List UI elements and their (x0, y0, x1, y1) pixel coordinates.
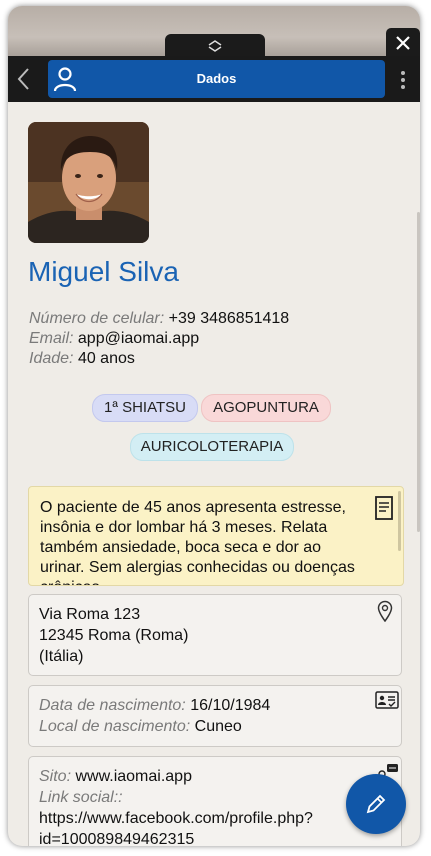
social-link-line2[interactable]: id=100089849462315 (39, 829, 313, 846)
phone-row: Número de celular: +39 3486851418 (29, 309, 289, 329)
tag-auricoloterapia[interactable]: AURICOLOTERAPIA (130, 433, 294, 461)
tag-agopuntura[interactable]: AGOPUNTURA (201, 394, 331, 422)
phone-label: Número de celular: (29, 310, 165, 327)
address-line1: Via Roma 123 (39, 606, 141, 623)
avatar (28, 122, 149, 243)
edit-button[interactable] (346, 774, 406, 834)
drag-handle[interactable] (165, 34, 265, 58)
page-title: Dados (196, 71, 237, 86)
kebab-menu-icon[interactable] (400, 70, 406, 90)
birth-place-row: Local de nascimento: Cuneo (39, 716, 270, 737)
close-button[interactable] (386, 28, 420, 58)
document-icon[interactable] (374, 495, 394, 521)
contact-info: Número de celular: +39 3486851418 Email:… (29, 309, 289, 369)
chevron-up-down-icon (208, 40, 222, 52)
social-link-line1[interactable]: https://www.facebook.com/profile.php? (39, 808, 313, 829)
birth-card[interactable]: Data de nascimento: 16/10/1984 Local de … (28, 685, 402, 747)
age-row: Idade: 40 anos (29, 349, 289, 369)
app-window: Dados Miguel Silva Número de celular: +3… (8, 6, 420, 846)
age-label: Idade: (29, 350, 74, 367)
content-area: Miguel Silva Número de celular: +39 3486… (8, 102, 420, 846)
header-bar: Dados (8, 56, 420, 102)
web-text: Sito: www.iaomai.app Link social:: https… (39, 766, 313, 846)
close-icon (396, 36, 410, 50)
site-label: Sito: (39, 768, 72, 785)
birth-date-row: Data de nascimento: 16/10/1984 (39, 695, 270, 716)
site-value[interactable]: www.iaomai.app (75, 768, 192, 785)
address-line3: (Itália) (39, 648, 84, 665)
title-bar: Dados (48, 60, 385, 98)
phone-value[interactable]: +39 3486851418 (169, 310, 290, 327)
notes-scrollbar[interactable] (398, 491, 401, 551)
email-value[interactable]: app@iaomai.app (78, 330, 199, 347)
id-card-icon[interactable] (375, 691, 399, 709)
birth-text: Data de nascimento: 16/10/1984 Local de … (39, 695, 270, 737)
tag-shiatsu[interactable]: 1ª SHIATSU (92, 394, 198, 422)
birth-place-value: Cuneo (194, 718, 242, 735)
age-value: 40 anos (77, 350, 135, 367)
back-icon[interactable] (16, 67, 32, 91)
site-row: Sito: www.iaomai.app (39, 766, 313, 787)
birth-date-label: Data de nascimento: (39, 697, 186, 714)
page-scrollbar[interactable] (417, 212, 420, 532)
address-line2: 12345 Roma (Roma) (39, 627, 189, 644)
birth-place-label: Local de nascimento: (39, 718, 191, 735)
address-card[interactable]: Via Roma 123 12345 Roma (Roma) (Itália) (28, 594, 402, 676)
address-text: Via Roma 123 12345 Roma (Roma) (Itália) (39, 604, 188, 667)
location-pin-icon[interactable] (377, 600, 393, 622)
notes-box[interactable]: O paciente de 45 anos apresenta estresse… (28, 486, 404, 586)
pencil-icon (366, 794, 386, 814)
social-label: Link social:: (39, 789, 123, 806)
email-label: Email: (29, 330, 74, 347)
birth-date-value: 16/10/1984 (190, 697, 271, 714)
email-row: Email: app@iaomai.app (29, 329, 289, 349)
notes-text: O paciente de 45 anos apresenta estresse… (40, 499, 355, 585)
patient-name: Miguel Silva (28, 256, 179, 287)
